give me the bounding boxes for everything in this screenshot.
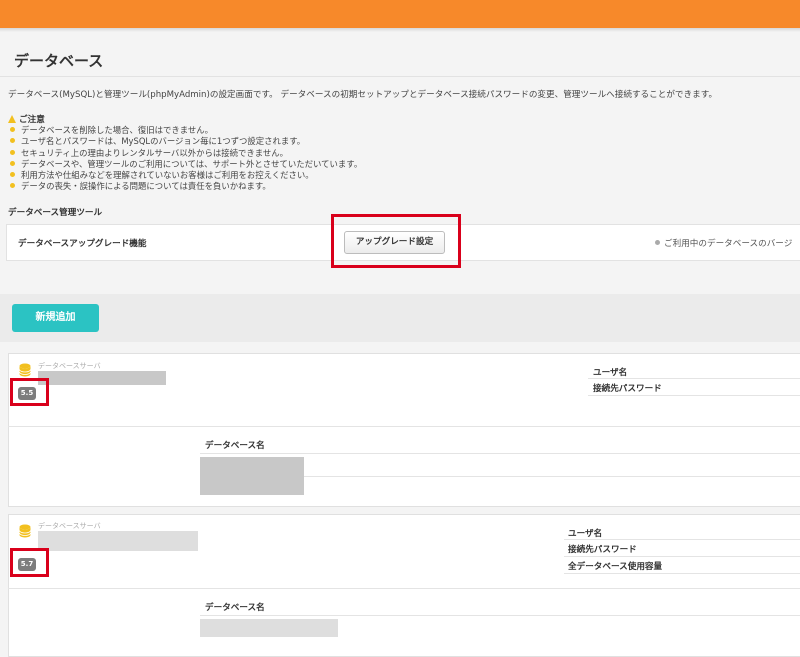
divider	[200, 453, 800, 454]
warning-icon	[8, 115, 16, 123]
notice-heading: ご注意	[8, 113, 45, 125]
database-name-label: データベース名	[205, 441, 265, 451]
password-label: 接続先パスワード	[568, 545, 637, 555]
redacted-database-name	[200, 619, 338, 637]
divider	[8, 588, 800, 589]
action-bar	[0, 294, 800, 342]
title-divider	[0, 76, 800, 77]
divider	[564, 556, 800, 557]
add-new-button[interactable]: 新規追加	[12, 304, 99, 332]
notice-item: ユーザ名とパスワードは、MySQLのバージョン毎に1つずつ設定されます。	[10, 136, 362, 147]
user-name-label: ユーザ名	[593, 368, 628, 378]
server-label: データベースサーバ	[38, 522, 101, 530]
top-header-bar	[0, 0, 800, 28]
divider	[200, 615, 800, 616]
divider	[588, 395, 800, 396]
notice-item: データベースを削除した場合、復旧はできません。	[10, 125, 362, 136]
notice-item: データの喪失・誤操作による問題については責任を負いかねます。	[10, 181, 362, 192]
highlight-box-version	[10, 548, 49, 577]
redacted-server-host	[38, 531, 198, 551]
divider	[564, 573, 800, 574]
upgrade-note: ご利用中のデータベースのバージ	[655, 237, 792, 249]
total-usage-label: 全データベース使用容量	[568, 562, 663, 572]
notice-item: セキュリティ上の理由よりレンタルサーバ以外からは接続できません。	[10, 148, 362, 159]
database-icon	[19, 363, 31, 377]
page-description: データベース(MySQL)と管理ツール(phpMyAdmin)の設定画面です。 …	[8, 90, 718, 100]
notice-list: データベースを削除した場合、復旧はできません。 ユーザ名とパスワードは、MySQ…	[10, 125, 362, 193]
tools-heading: データベース管理ツール	[8, 208, 103, 218]
server-label: データベースサーバ	[38, 362, 101, 370]
divider	[304, 476, 800, 477]
notice-heading-text: ご注意	[19, 115, 45, 125]
divider	[8, 426, 800, 427]
password-label: 接続先パスワード	[593, 384, 662, 394]
notice-item: データベースや、管理ツールのご利用については、サポート外とさせていただいています…	[10, 159, 362, 170]
highlight-box-upgrade	[331, 214, 461, 268]
page-title: データベース	[14, 52, 104, 70]
divider	[588, 378, 800, 379]
user-name-label: ユーザ名	[568, 529, 603, 539]
redacted-database-name	[200, 457, 304, 495]
database-name-label: データベース名	[205, 603, 265, 613]
upgrade-feature-label: データベースアップグレード機能	[18, 239, 147, 249]
notice-item: 利用方法や仕組みなどを理解されていないお客様はご利用をお控えください。	[10, 170, 362, 181]
divider	[564, 539, 800, 540]
database-icon	[19, 524, 31, 538]
redacted-server-host	[38, 371, 166, 385]
highlight-box-version	[10, 378, 49, 406]
